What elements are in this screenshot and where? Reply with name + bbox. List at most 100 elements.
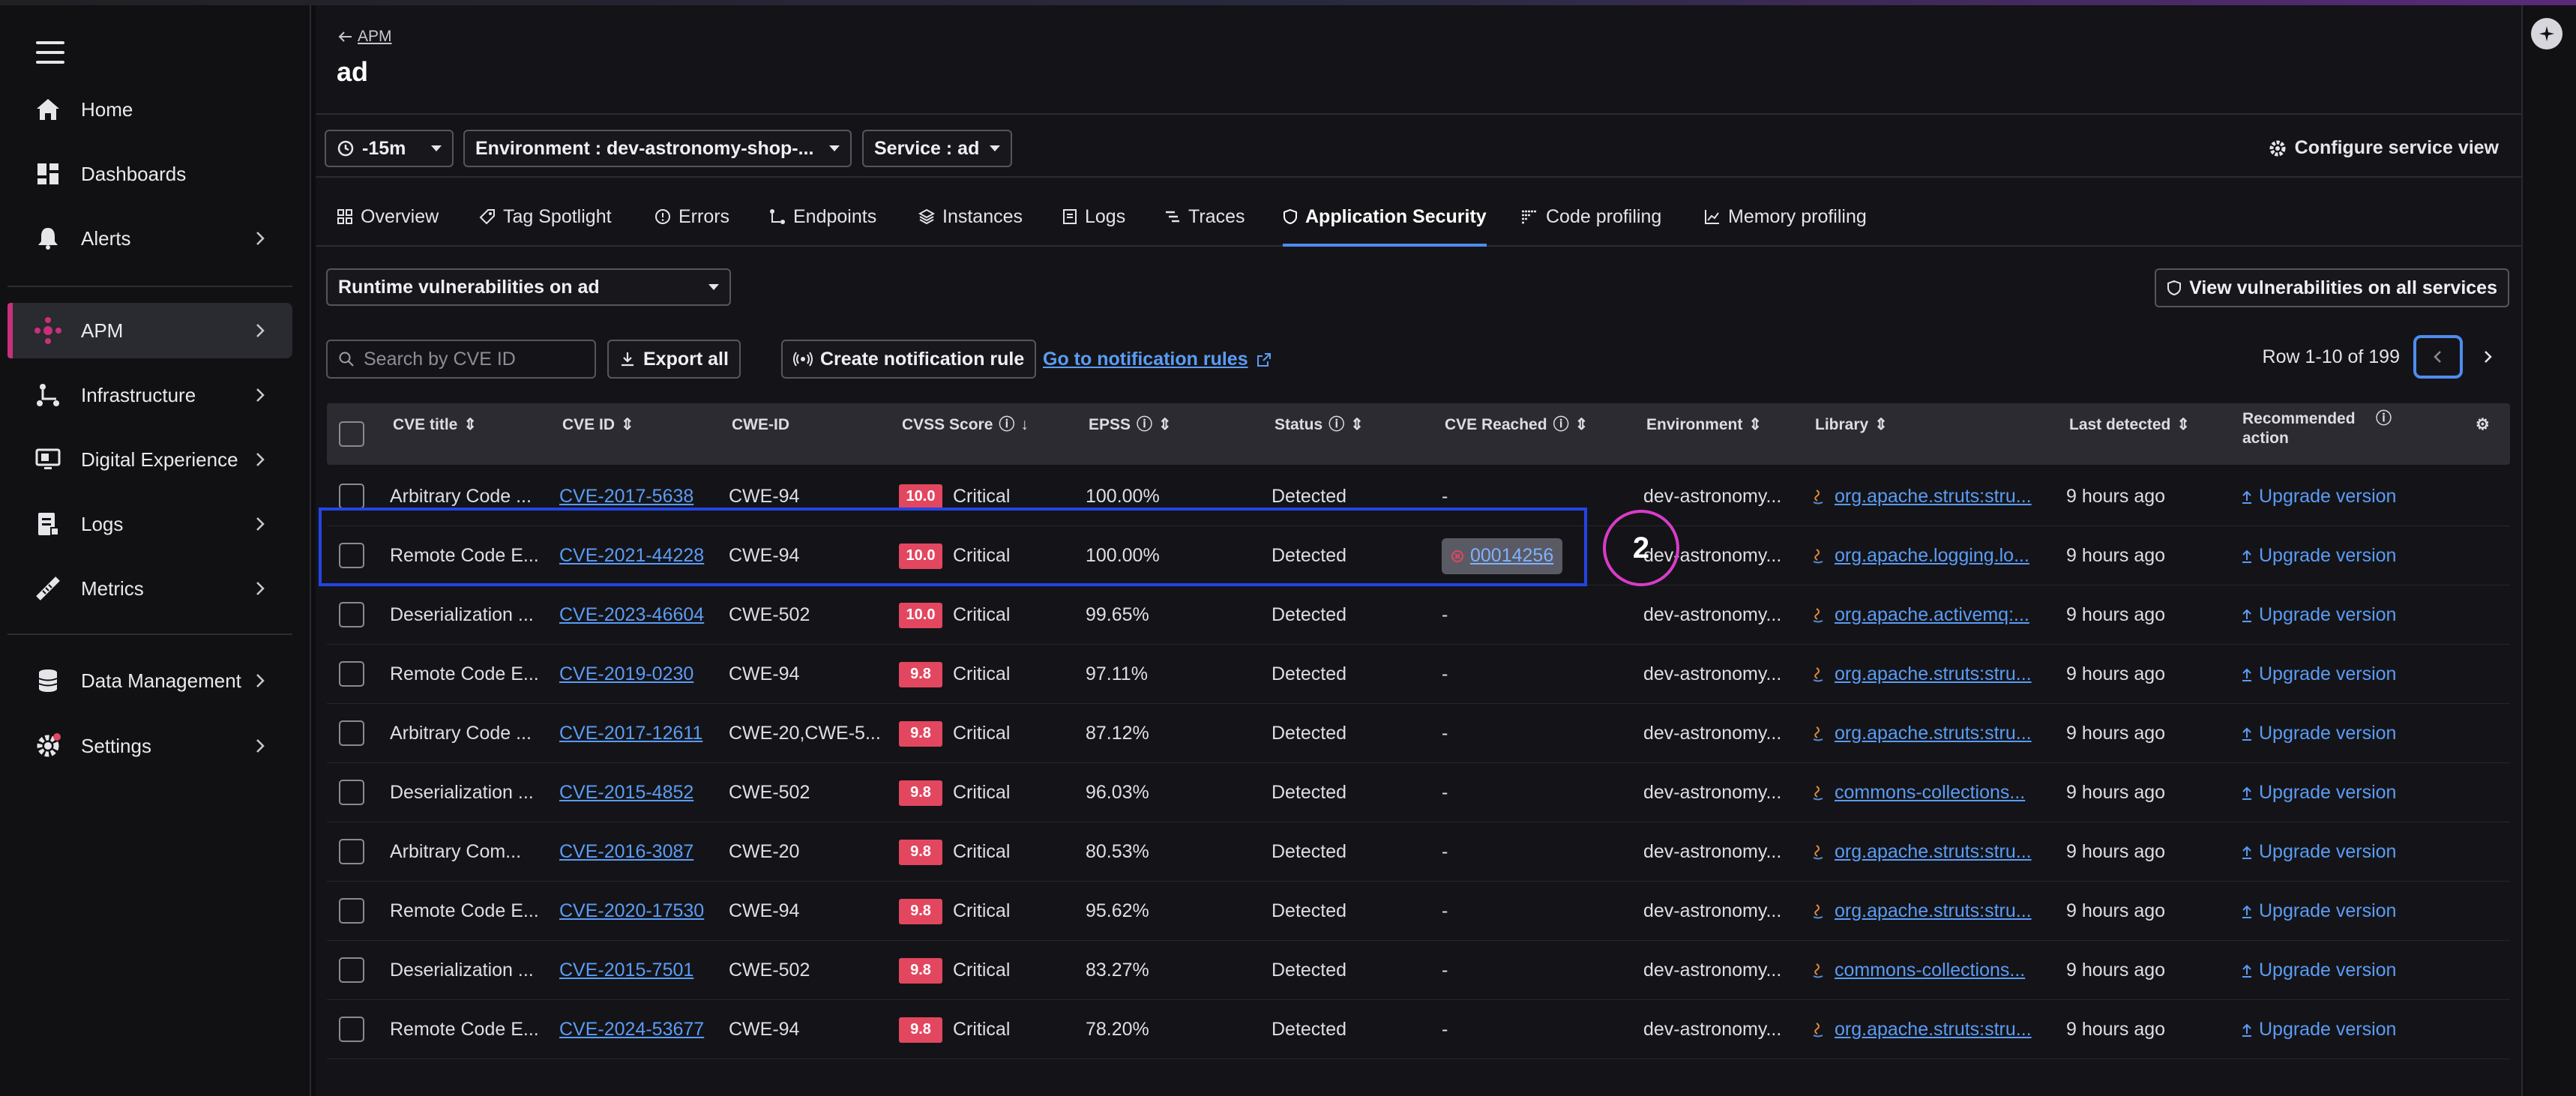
sidebar-item-alerts[interactable]: Alerts <box>7 211 292 266</box>
export-all-button[interactable]: Export all <box>607 340 741 379</box>
go-to-notification-rules-link[interactable]: Go to notification rules <box>1043 349 1272 370</box>
back-link[interactable]: APM <box>338 28 392 46</box>
column-header-last-detected[interactable]: Last detected ⇕ <box>2069 415 2190 435</box>
column-header-cve-id[interactable]: CVE ID ⇕ <box>562 415 634 435</box>
sidebar-item-dashboards[interactable]: Dashboards <box>7 146 292 202</box>
row-checkbox[interactable] <box>339 720 364 746</box>
tab-logs[interactable]: Logs <box>1062 202 1125 232</box>
previous-page-button[interactable] <box>2413 335 2463 379</box>
cve-title-cell: Remote Code E... <box>390 1019 539 1040</box>
sidebar-item-settings[interactable]: Settings <box>7 718 292 774</box>
tab-memory-profiling[interactable]: Memory profiling <box>1704 202 1867 232</box>
library-link[interactable]: org.apache.logging.lo... <box>1835 545 2037 567</box>
sidebar-item-home[interactable]: Home <box>7 82 292 137</box>
tab-endpoints[interactable]: Endpoints <box>769 202 876 232</box>
column-settings-gear-icon[interactable]: ⚙ <box>2476 415 2490 435</box>
library-link[interactable]: org.apache.activemq:... <box>1835 604 2037 626</box>
tab-code-profiling[interactable]: Code profiling <box>1520 202 1661 232</box>
row-checkbox[interactable] <box>339 957 364 983</box>
sidebar-item-digital-experience[interactable]: Digital Experience <box>7 432 292 487</box>
configure-service-view-button[interactable]: Configure service view <box>2268 137 2499 159</box>
library-link[interactable]: org.apache.struts:stru... <box>1835 723 2037 744</box>
search-input[interactable] <box>364 348 581 370</box>
library-link[interactable]: org.apache.struts:stru... <box>1835 1019 2037 1041</box>
row-checkbox[interactable] <box>339 661 364 687</box>
vulnerability-view-select[interactable]: Runtime vulnerabilities on ad <box>326 268 731 306</box>
row-checkbox[interactable] <box>339 898 364 924</box>
library-link[interactable]: org.apache.struts:stru... <box>1835 663 2037 685</box>
column-header-cve-title[interactable]: CVE title ⇕ <box>393 415 477 435</box>
cve-reached-link[interactable]: 00014256 <box>1470 545 1553 567</box>
upgrade-version-link[interactable]: Upgrade version <box>2241 960 2396 981</box>
sidebar-item-data-management[interactable]: Data Management <box>7 653 292 708</box>
upgrade-version-link[interactable]: Upgrade version <box>2241 663 2396 685</box>
cve-id-link[interactable]: CVE-2020-17530 <box>559 900 704 922</box>
create-notification-rule-button[interactable]: Create notification rule <box>781 340 1037 379</box>
cve-id-link[interactable]: CVE-2016-3087 <box>559 841 693 863</box>
column-header-environment[interactable]: Environment ⇕ <box>1646 415 1762 435</box>
tab-application-security[interactable]: Application Security <box>1283 202 1487 247</box>
time-range-dropdown[interactable]: -15m <box>325 130 454 167</box>
status-cell: Detected <box>1272 663 1347 684</box>
upgrade-version-link[interactable]: Upgrade version <box>2241 604 2396 626</box>
tab-tag-spotlight[interactable]: Tag Spotlight <box>479 202 612 232</box>
upgrade-version-link[interactable]: Upgrade version <box>2241 900 2396 922</box>
tab-traces[interactable]: Traces <box>1164 202 1245 232</box>
sort-icon: ⇕ <box>1350 416 1364 433</box>
upgrade-version-link[interactable]: Upgrade version <box>2241 486 2396 508</box>
sidebar-item-infrastructure[interactable]: Infrastructure <box>7 367 292 423</box>
library-link[interactable]: commons-collections... <box>1835 782 2037 804</box>
cve-id-link[interactable]: CVE-2017-12611 <box>559 723 702 744</box>
cve-id-link[interactable]: CVE-2023-46604 <box>559 604 704 626</box>
cve-id-link[interactable]: CVE-2021-44228 <box>559 545 704 567</box>
library-link[interactable]: commons-collections... <box>1835 960 2037 981</box>
column-header-recommended-action: Recommended action ⓘ <box>2242 410 2392 447</box>
view-all-vulnerabilities-button[interactable]: View vulnerabilities on all services <box>2155 268 2509 307</box>
tab-errors[interactable]: Errors <box>654 202 729 232</box>
cve-id-link[interactable]: CVE-2024-53677 <box>559 1019 704 1041</box>
column-header-cve-reached[interactable]: CVE Reached ⓘ ⇕ <box>1445 415 1588 435</box>
cve-id-link[interactable]: CVE-2015-4852 <box>559 782 693 804</box>
sidebar: Home Dashboards Alerts APM Infrastructur… <box>0 5 311 1096</box>
cve-id-link[interactable]: CVE-2019-0230 <box>559 663 693 685</box>
row-checkbox[interactable] <box>339 839 364 864</box>
library-link[interactable]: org.apache.struts:stru... <box>1835 900 2037 922</box>
upgrade-version-link[interactable]: Upgrade version <box>2241 1019 2396 1041</box>
tab-label: Memory profiling <box>1728 205 1867 227</box>
upgrade-version-link[interactable]: Upgrade version <box>2241 782 2396 804</box>
cve-reached-value: - <box>1442 663 1448 684</box>
cve-id-link[interactable]: CVE-2015-7501 <box>559 960 693 981</box>
service-dropdown[interactable]: Service : ad <box>862 130 1012 167</box>
upgrade-version-link[interactable]: Upgrade version <box>2241 841 2396 863</box>
java-icon <box>1813 963 1823 978</box>
sidebar-item-logs[interactable]: Logs <box>7 496 292 552</box>
sidebar-item-apm[interactable]: APM <box>7 303 292 358</box>
column-header-status[interactable]: Status ⓘ ⇕ <box>1275 415 1364 435</box>
row-checkbox[interactable] <box>339 543 364 568</box>
table-row: Arbitrary Code ... CVE-2017-12611 CWE-20… <box>327 704 2510 763</box>
info-icon: ⓘ <box>1328 416 1345 433</box>
environment-dropdown[interactable]: Environment : dev-astronomy-shop-... <box>463 130 852 167</box>
cwe-id-cell: CWE-94 <box>729 486 800 507</box>
tab-overview[interactable]: Overview <box>337 202 439 232</box>
next-page-button[interactable] <box>2476 342 2499 372</box>
column-header-library[interactable]: Library ⇕ <box>1815 415 1888 435</box>
row-checkbox[interactable] <box>339 602 364 627</box>
upgrade-version-link[interactable]: Upgrade version <box>2241 723 2396 744</box>
hamburger-menu-icon[interactable] <box>36 41 64 64</box>
upgrade-version-link[interactable]: Upgrade version <box>2241 545 2396 567</box>
ai-assistant-sparkle-icon[interactable] <box>2531 18 2563 49</box>
row-checkbox[interactable] <box>339 1017 364 1042</box>
cve-id-link[interactable]: CVE-2017-5638 <box>559 486 693 508</box>
search-input-box[interactable] <box>326 340 596 379</box>
tab-instances[interactable]: Instances <box>918 202 1023 232</box>
row-checkbox[interactable] <box>339 484 364 509</box>
row-checkbox[interactable] <box>339 780 364 805</box>
column-header-epss[interactable]: EPSS ⓘ ⇕ <box>1089 415 1172 435</box>
select-all-checkbox[interactable] <box>339 421 364 447</box>
chart-icon <box>1705 210 1719 224</box>
library-link[interactable]: org.apache.struts:stru... <box>1835 841 2037 863</box>
column-header-cvss-score[interactable]: CVSS Score ⓘ ↓ <box>902 415 1029 435</box>
sidebar-item-metrics[interactable]: Metrics <box>7 561 292 616</box>
library-link[interactable]: org.apache.struts:stru... <box>1835 486 2037 508</box>
